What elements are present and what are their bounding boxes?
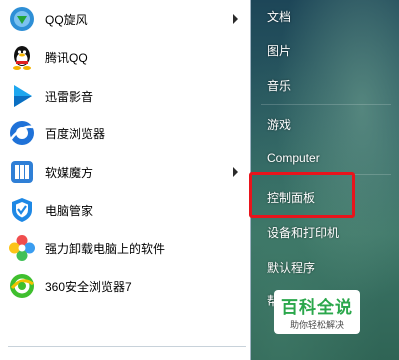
program-label: 百度浏览器: [45, 126, 106, 141]
watermark-logo: 百科全说 助你轻松解决: [274, 290, 360, 334]
programs-divider: [8, 346, 246, 347]
xunlei-player-icon: [8, 82, 36, 110]
program-label: 强力卸载电脑上的软件: [45, 241, 166, 256]
watermark-title: 百科全说: [281, 298, 353, 317]
place-games[interactable]: 游戏: [267, 116, 291, 133]
control-panel-highlight-box: [249, 172, 355, 218]
programs-panel: QQ旋风 腾讯QQ 迅雷影音 百度浏览器 软媒魔方 电脑管家 强力卸载电脑上的软…: [0, 0, 251, 360]
program-label: 电脑管家: [45, 203, 94, 218]
program-tencent-qq[interactable]: 腾讯QQ: [0, 40, 250, 74]
program-uninstaller[interactable]: 强力卸载电脑上的软件: [0, 231, 250, 265]
qq-penguin-icon: [8, 43, 36, 71]
place-music[interactable]: 音乐: [267, 77, 291, 94]
places-divider: [261, 104, 391, 105]
program-ruanmei-cube[interactable]: 软媒魔方: [0, 155, 250, 189]
program-label: 腾讯QQ: [45, 50, 88, 65]
program-label: 迅雷影音: [45, 89, 94, 104]
program-xunlei-player[interactable]: 迅雷影音: [0, 79, 250, 113]
place-devices-printers[interactable]: 设备和打印机: [267, 224, 339, 241]
baidu-browser-icon: [8, 119, 36, 147]
360-browser-icon: [8, 272, 36, 300]
program-pc-manager[interactable]: 电脑管家: [0, 193, 250, 227]
watermark-subtitle: 助你轻松解决: [289, 320, 344, 330]
place-default-programs[interactable]: 默认程序: [267, 259, 315, 276]
place-documents[interactable]: 文档: [267, 8, 291, 25]
program-baidu-browser[interactable]: 百度浏览器: [0, 116, 250, 150]
pc-manager-shield-icon: [8, 196, 36, 224]
uninstall-flower-icon: [8, 234, 36, 262]
program-360-browser[interactable]: 360安全浏览器7: [0, 269, 250, 303]
program-label: QQ旋风: [45, 12, 88, 27]
submenu-arrow-icon: [233, 167, 238, 177]
program-qq-whirlwind[interactable]: QQ旋风: [0, 2, 250, 36]
program-label: 软媒魔方: [45, 165, 94, 180]
program-label: 360安全浏览器7: [45, 279, 132, 294]
place-computer[interactable]: Computer: [267, 151, 320, 165]
submenu-arrow-icon: [233, 14, 238, 24]
place-pictures[interactable]: 图片: [267, 42, 291, 59]
qq-whirlwind-icon: [8, 5, 36, 33]
ruanmei-cube-icon: [8, 158, 36, 186]
